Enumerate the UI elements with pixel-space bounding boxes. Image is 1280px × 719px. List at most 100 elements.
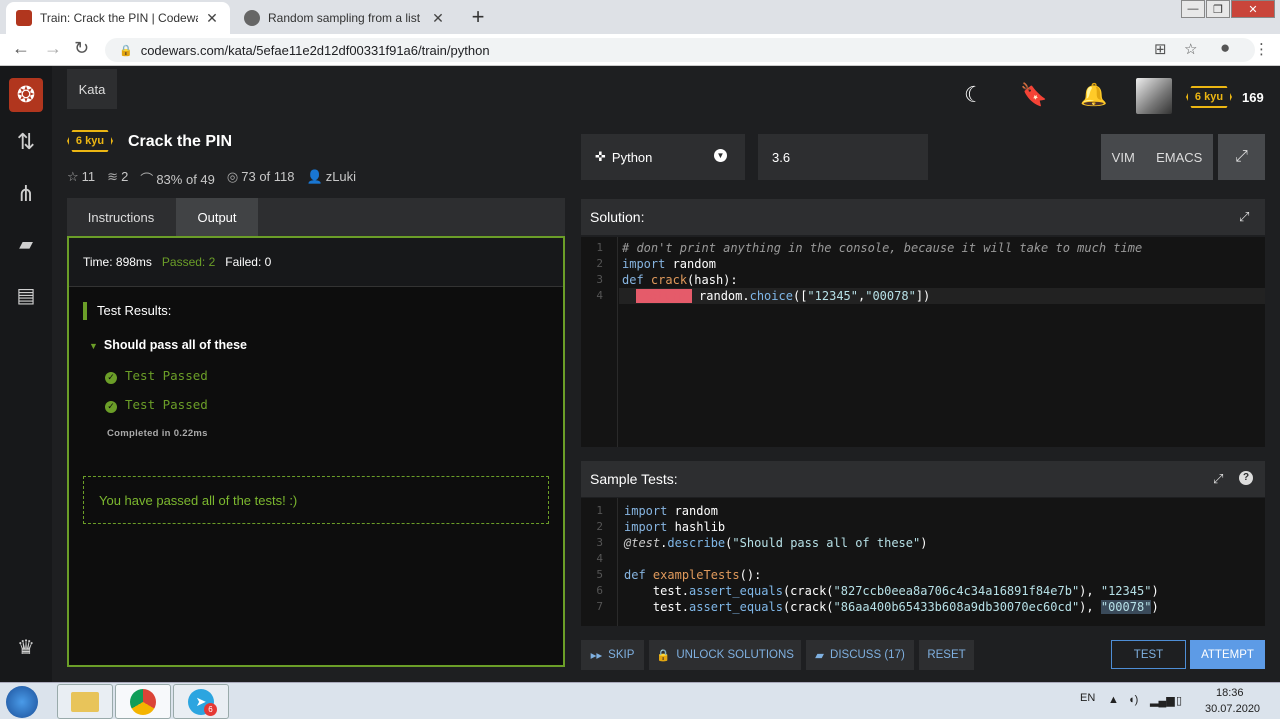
version-select[interactable]: 3.6 (758, 134, 928, 180)
browser-tab-codewars[interactable]: Train: Crack the PIN | Codewars ✕ (6, 2, 230, 34)
tray-up-arrow-icon[interactable]: ▲ (1108, 694, 1119, 706)
codewars-logo-icon[interactable]: ❂ (9, 78, 43, 112)
chrome-icon[interactable] (115, 684, 171, 719)
chat-bubble-icon: ▰ (815, 650, 825, 662)
sample-tests-header: Sample Tests: ⤢ ? (581, 461, 1265, 497)
dark-mode-moon-icon[interactable]: ☾ (964, 82, 984, 108)
close-window-button[interactable]: ✕ (1231, 0, 1275, 18)
file-explorer-icon[interactable] (57, 684, 113, 719)
expand-editor-icon[interactable]: ⤢ (1239, 209, 1249, 225)
star-icon[interactable]: ☆ (67, 169, 79, 184)
emacs-mode-button[interactable]: EMACS (1156, 150, 1202, 165)
chat-icon[interactable]: ▰ (10, 228, 42, 260)
network-signal-icon[interactable]: ▂▄▆ (1150, 694, 1175, 707)
codewars-favicon-icon (16, 10, 32, 26)
test-result-item: ✓ Test Passed (105, 368, 208, 384)
battery-icon[interactable]: ▯ (1176, 694, 1182, 707)
discuss-button[interactable]: ▰ DISCUSS (17) (806, 640, 914, 670)
volume-icon[interactable]: ◖) (1128, 694, 1138, 706)
code-line: @test.describe("Should pass all of these… (624, 536, 928, 550)
author-user-icon: 👤 (306, 169, 323, 184)
skip-button[interactable]: ▸▸ SKIP (581, 640, 644, 670)
telegram-icon[interactable]: ➤ 6 (173, 684, 229, 719)
lock-icon: 🔒 (656, 650, 671, 662)
satisfaction-icon: ⌒ (140, 172, 154, 187)
clock-date[interactable]: 30.07.2020 (1205, 703, 1260, 715)
help-icon[interactable]: ? (1239, 471, 1253, 485)
input-language[interactable]: EN (1080, 692, 1095, 704)
editor-mode-group: VIM EMACS (1101, 134, 1213, 180)
kata-nav-tab[interactable]: Kata (67, 69, 117, 109)
telegram-badge: 6 (204, 703, 217, 716)
test-button[interactable]: TEST (1111, 640, 1186, 669)
more-menu-icon[interactable]: ⋮ (1254, 40, 1269, 58)
attempt-button[interactable]: ATTEMPT (1190, 640, 1265, 669)
output-panel: Time: 898ms Passed: 2 Failed: 0 Test Res… (67, 236, 565, 667)
avatar[interactable] (1136, 78, 1172, 114)
author-name[interactable]: zLuki (326, 169, 356, 184)
code-line: import random (624, 504, 718, 518)
selected-text: "00078" (1100, 600, 1152, 614)
close-tab-icon[interactable]: ✕ (430, 10, 446, 27)
docs-icon[interactable]: ▤ (10, 280, 42, 312)
code-line: import random (622, 257, 716, 271)
code-line: # don't print anything in the console, b… (622, 241, 1143, 255)
back-arrow-icon[interactable]: ← (12, 38, 30, 59)
url-text: codewars.com/kata/5efae11e2d12df00331f91… (140, 42, 490, 58)
left-panel-tabs: Instructions Output (67, 198, 565, 236)
minimize-button[interactable]: — (1181, 0, 1205, 18)
sample-tests-editor[interactable]: 1 2 3 4 5 6 7 import random import hashl… (581, 498, 1265, 626)
tab-instructions[interactable]: Instructions (67, 198, 175, 236)
failed-count: Failed: 0 (225, 255, 272, 269)
fast-forward-icon: ▸▸ (590, 650, 603, 662)
bookmark-icon[interactable]: 🔖 (1020, 82, 1047, 108)
expand-editor-icon[interactable]: ⤢ (1213, 471, 1223, 487)
practice-arrows-icon[interactable]: ⇅ (10, 126, 42, 158)
notifications-bell-icon[interactable]: 🔔 (1080, 82, 1107, 108)
solution-editor[interactable]: 1 2 3 4 # don't print anything in the co… (581, 237, 1265, 447)
output-summary: Time: 898ms Passed: 2 Failed: 0 (69, 238, 563, 287)
unlock-solutions-button[interactable]: 🔒 UNLOCK SOLUTIONS (649, 640, 801, 670)
bookmark-star-icon[interactable]: ☆ (1184, 40, 1197, 58)
fullscreen-icon[interactable]: ⤢ (1218, 134, 1265, 180)
kata-stats: ☆ 11 ≋ 2 ⌒ 83% of 49 ◎ 73 of 118 👤 zLuki (67, 169, 356, 188)
restore-button[interactable]: ❐ (1206, 0, 1230, 18)
start-button[interactable] (6, 686, 38, 718)
windows-taskbar: ➤ 6 EN ▲ ◖) ▂▄▆ ▯ 18:36 30.07.2020 (0, 682, 1280, 719)
describe-label: Should pass all of these (103, 338, 248, 352)
test-results-title: Test Results: (83, 302, 171, 320)
community-fork-icon[interactable]: ⋔ (10, 178, 42, 210)
translate-icon[interactable]: ⊞ (1154, 40, 1167, 58)
describe-group[interactable]: ▼ Should pass all of these (89, 338, 247, 352)
chevron-down-icon: ▼ (714, 149, 727, 162)
code-line: test.assert_equals(crack("86aa400b65433b… (624, 600, 1159, 614)
globe-icon (244, 10, 260, 26)
profile-icon[interactable]: ● (1220, 38, 1230, 58)
tab-output[interactable]: Output (176, 198, 258, 236)
code-line: test.assert_equals(crack("827ccb0eea8a70… (624, 584, 1159, 598)
new-tab-button[interactable]: + (467, 4, 489, 30)
reload-icon[interactable]: ↻ (74, 38, 89, 59)
completed-count: 73 (241, 169, 256, 184)
language-select[interactable]: ✜ Python ▼ (581, 134, 745, 180)
reset-button[interactable]: RESET (919, 640, 974, 670)
clock-time[interactable]: 18:36 (1216, 687, 1244, 699)
left-sidebar (0, 66, 52, 682)
line-gutter: 1 2 3 4 5 6 7 (581, 498, 618, 626)
forward-arrow-icon[interactable]: → (44, 38, 62, 59)
browser-tab-random-sampling[interactable]: Random sampling from a list in P ✕ (234, 2, 456, 34)
lock-icon: 🔒 (119, 44, 133, 57)
check-circle-icon: ✓ (105, 401, 117, 413)
expand-triangle-icon[interactable]: ▼ (89, 341, 98, 351)
code-line: def exampleTests(): (624, 568, 762, 582)
url-field[interactable]: 🔒 codewars.com/kata/5efae11e2d12df00331f… (105, 38, 1255, 62)
trophy-icon[interactable]: ♛ (10, 632, 42, 664)
satisfaction-rate: 83% (156, 172, 183, 187)
collections-icon[interactable]: ≋ (107, 169, 118, 184)
code-line: return random.choice(["12345","00078"]) (622, 289, 930, 303)
code-line: def crack(hash): (622, 273, 738, 287)
vim-mode-button[interactable]: VIM (1112, 150, 1135, 165)
run-time: Time: 898ms (83, 255, 152, 269)
language-value: Python (611, 149, 653, 165)
close-tab-icon[interactable]: ✕ (204, 10, 220, 27)
